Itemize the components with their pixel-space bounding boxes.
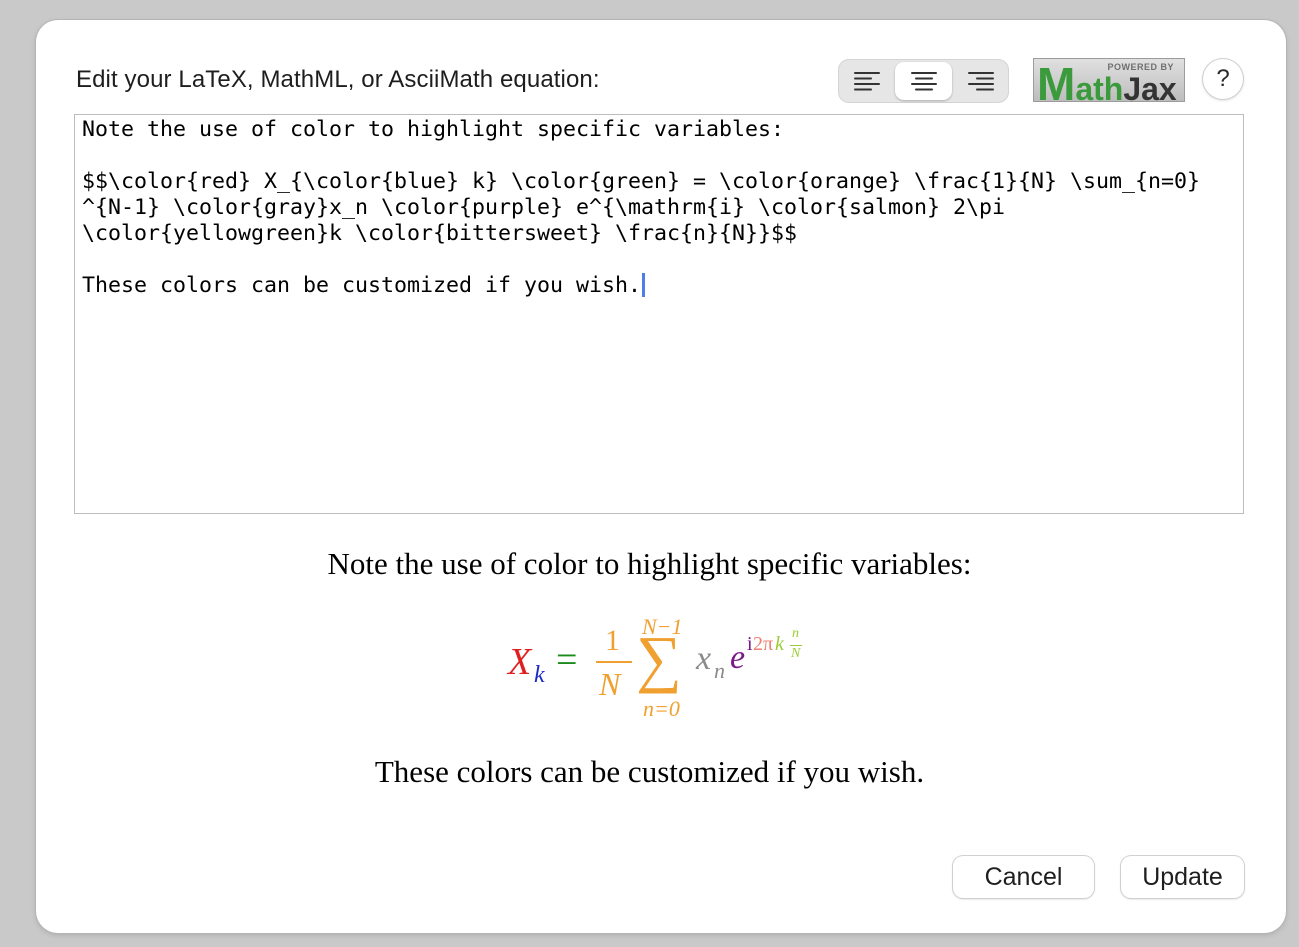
mathjax-m: M <box>1037 58 1076 110</box>
mathjax-ath: ath <box>1075 71 1124 107</box>
align-right-icon <box>967 72 994 91</box>
mathjax-jax: Jax <box>1123 71 1177 107</box>
formula-k-exponent: k <box>775 633 784 655</box>
align-center-button[interactable] <box>895 62 952 100</box>
update-button[interactable]: Update <box>1121 856 1244 898</box>
align-left-button[interactable] <box>838 59 895 103</box>
preview-text-line2: These colors can be customized if you wi… <box>374 754 925 789</box>
formula-sum-lower: n=0 <box>643 696 680 721</box>
formula-fraction-bar <box>596 661 632 663</box>
formula-i: i <box>747 633 753 655</box>
mathjax-logo[interactable]: POWERED BY MathJax <box>1033 58 1185 110</box>
preview-formula: X k = 1 N N−1 ∑ n=0 x n e i 2π k n N <box>500 612 820 722</box>
dialog-prompt: Edit your LaTeX, MathML, or AsciiMath eq… <box>76 66 600 93</box>
formula-exp-frac-numerator: n <box>792 626 799 641</box>
formula-fraction-denominator: N <box>599 666 621 702</box>
equation-text-area[interactable]: Note the use of color to highlight speci… <box>74 114 1244 514</box>
cancel-button[interactable]: Cancel <box>953 856 1094 898</box>
formula-fraction-numerator: 1 <box>605 624 620 657</box>
formula-n-subscript: n <box>714 658 725 683</box>
formula-k-subscript: k <box>534 662 545 688</box>
text-caret <box>642 273 646 297</box>
preview-text-line1: Note the use of color to highlight speci… <box>327 546 972 581</box>
help-button[interactable]: ? <box>1203 59 1243 99</box>
editor-content: Note the use of color to highlight speci… <box>82 117 1201 298</box>
formula-exp-frac-denominator: N <box>791 646 801 661</box>
formula-sigma: ∑ <box>636 623 682 694</box>
formula-e: e <box>730 639 746 676</box>
formula-equals: = <box>556 639 578 681</box>
formula-2pi: 2π <box>753 633 774 655</box>
alignment-segmented-control <box>838 59 1009 103</box>
align-left-icon <box>853 72 880 91</box>
align-right-button[interactable] <box>952 59 1009 103</box>
formula-X: X <box>508 641 532 683</box>
mathjax-wordmark: MathJax <box>1037 57 1177 111</box>
formula-x: x <box>696 640 712 677</box>
align-center-icon <box>910 72 937 91</box>
